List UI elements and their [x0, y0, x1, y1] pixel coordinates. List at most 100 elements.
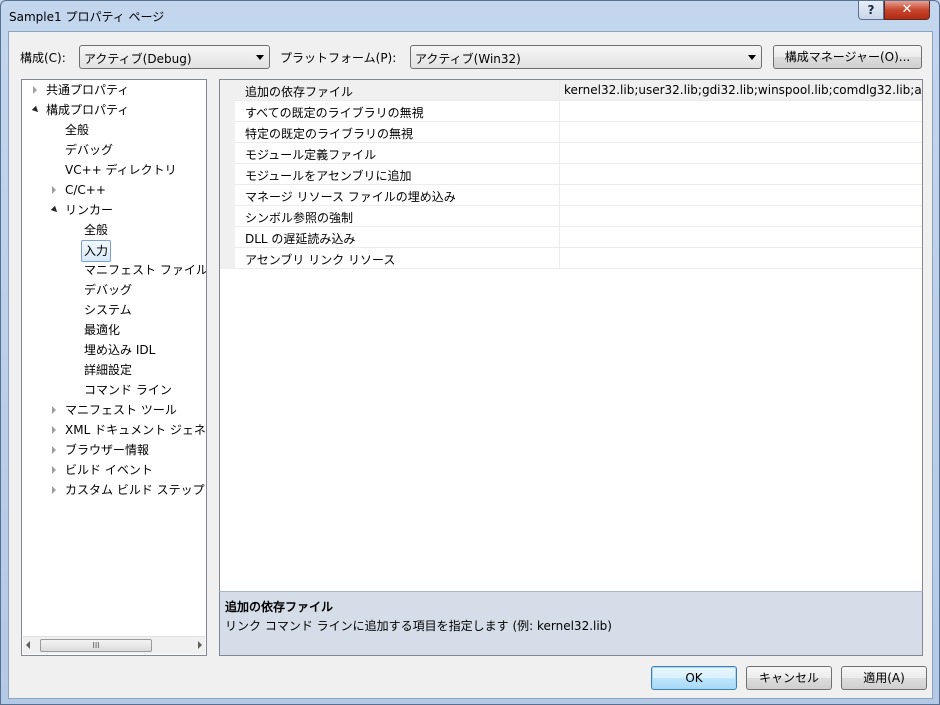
tree-item-label: コマンド ライン [84, 383, 172, 397]
tree-item[interactable]: マニフェスト ファイル [22, 260, 206, 280]
scroll-right-icon[interactable] [198, 641, 202, 649]
property-pages-window: Sample1 プロパティ ページ ? ✕ 構成(C): アクティブ(Debug… [0, 0, 940, 705]
property-name: 特定の既定のライブラリの無視 [245, 127, 414, 141]
tree-item-label: 構成プロパティ [46, 103, 130, 117]
scroll-thumb[interactable]: III [40, 639, 152, 652]
property-value[interactable]: kernel32.lib;user32.lib;gdi32.lib;winspo… [564, 83, 922, 97]
column-divider [559, 164, 560, 185]
platform-combo-value: アクティブ(Win32) [415, 52, 521, 66]
help-button[interactable]: ? [858, 1, 884, 20]
property-name: モジュール定義ファイル [245, 148, 377, 162]
tree-item[interactable]: 埋め込み IDL [22, 340, 206, 360]
tree-item[interactable]: デバッグ [22, 140, 206, 160]
tree-item[interactable]: 共通プロパティ [22, 80, 206, 100]
description-text: リンク コマンド ラインに追加する項目を指定します (例: kernel32.l… [225, 619, 612, 633]
property-row[interactable]: モジュールをアセンブリに追加 [220, 164, 922, 185]
tree-item[interactable]: コマンド ライン [22, 380, 206, 400]
column-divider [559, 227, 560, 248]
property-row[interactable]: すべての既定のライブラリの無視 [220, 101, 922, 122]
tree-item-label: ブラウザー情報 [65, 443, 150, 457]
tree-item[interactable]: 全般 [22, 120, 206, 140]
config-label: 構成(C): [20, 51, 66, 65]
tree-item-label: リンカー [65, 203, 114, 217]
tree-item-label: デバッグ [65, 143, 114, 157]
tree-item-label: XML ドキュメント ジェネ [65, 423, 206, 437]
tree-item[interactable]: ブラウザー情報 [22, 440, 206, 460]
collapsed-arrow-icon[interactable] [52, 486, 56, 494]
description-title: 追加の依存ファイル [225, 600, 334, 614]
description-panel: 追加の依存ファイル リンク コマンド ラインに追加する項目を指定します (例: … [219, 591, 923, 656]
platform-label: プラットフォーム(P): [280, 51, 397, 65]
tree-item[interactable]: 詳細設定 [22, 360, 206, 380]
property-grid[interactable]: 追加の依存ファイル kernel32.lib;user32.lib;gdi32.l… [219, 79, 923, 591]
scroll-left-icon[interactable] [26, 641, 30, 649]
column-divider [559, 122, 560, 143]
tree-item[interactable]: カスタム ビルド ステップ [22, 480, 206, 500]
tree-horizontal-scrollbar[interactable]: III [23, 636, 205, 654]
tree-item-label: 共通プロパティ [46, 83, 130, 97]
tree-item[interactable]: 構成プロパティ [22, 100, 206, 120]
tree-item-label: マニフェスト ファイル [84, 263, 207, 277]
chevron-down-icon [748, 55, 756, 60]
close-button[interactable]: ✕ [884, 1, 930, 20]
title-bar[interactable]: Sample1 プロパティ ページ ? ✕ [1, 1, 939, 31]
row-gutter [220, 80, 235, 101]
collapsed-arrow-icon[interactable] [52, 466, 56, 474]
column-divider [559, 143, 560, 164]
tree-item[interactable]: リンカー [22, 200, 206, 220]
tree-item[interactable]: 入力 [22, 240, 206, 262]
row-gutter [220, 227, 235, 248]
property-name: 追加の依存ファイル [245, 85, 354, 99]
tree-item[interactable]: マニフェスト ツール [22, 400, 206, 420]
tree-item-label: 最適化 [84, 323, 121, 337]
column-divider [559, 80, 560, 101]
collapsed-arrow-icon[interactable] [52, 446, 56, 454]
row-gutter [220, 122, 235, 143]
tree-item-label: 全般 [65, 123, 90, 137]
property-row[interactable]: モジュール定義ファイル [220, 143, 922, 164]
collapsed-arrow-icon[interactable] [52, 186, 56, 194]
tree-item-label: C/C++ [65, 183, 106, 197]
window-title: Sample1 プロパティ ページ [9, 10, 165, 24]
tree-item[interactable]: C/C++ [22, 180, 206, 200]
tree-item[interactable]: システム [22, 300, 206, 320]
cancel-button[interactable]: キャンセル [746, 666, 832, 690]
apply-button[interactable]: 適用(A) [841, 666, 927, 690]
config-combo[interactable]: アクティブ(Debug) [79, 45, 270, 69]
collapsed-arrow-icon[interactable] [33, 86, 37, 94]
property-row[interactable]: DLL の遅延読み込み [220, 227, 922, 248]
tree-item[interactable]: XML ドキュメント ジェネ [22, 420, 206, 440]
row-gutter [220, 206, 235, 227]
property-row[interactable]: 特定の既定のライブラリの無視 [220, 122, 922, 143]
property-name: すべての既定のライブラリの無視 [245, 106, 424, 120]
dialog-client-area: 構成(C): アクティブ(Debug) プラットフォーム(P): アクティブ(W… [8, 31, 933, 699]
tree-item-label: 埋め込み IDL [84, 343, 156, 357]
platform-combo[interactable]: アクティブ(Win32) [410, 45, 762, 69]
collapsed-arrow-icon[interactable] [52, 406, 56, 414]
property-row[interactable]: マネージ リソース ファイルの埋め込み [220, 185, 922, 206]
tree-item[interactable]: 全般 [22, 220, 206, 240]
expanded-arrow-icon[interactable] [31, 105, 41, 115]
tree-item[interactable]: 最適化 [22, 320, 206, 340]
row-gutter [220, 143, 235, 164]
property-name: マネージ リソース ファイルの埋め込み [245, 190, 456, 204]
row-gutter [220, 185, 235, 206]
config-manager-button[interactable]: 構成マネージャー(O)... [773, 45, 922, 69]
expanded-arrow-icon[interactable] [50, 205, 60, 215]
tree-item[interactable]: デバッグ [22, 280, 206, 300]
tree-item[interactable]: VC++ ディレクトリ [22, 160, 206, 180]
tree-item-label: 全般 [84, 223, 109, 237]
tree-item-label: 詳細設定 [84, 363, 133, 377]
column-divider [559, 248, 560, 269]
property-tree[interactable]: 共通プロパティ 構成プロパティ 全般 デバッグ VC++ ディレクトリ C/C++ リンカー… [21, 79, 207, 656]
collapsed-arrow-icon[interactable] [52, 426, 56, 434]
row-gutter [220, 164, 235, 185]
row-gutter [220, 248, 235, 269]
column-divider [559, 101, 560, 122]
property-row[interactable]: アセンブリ リンク リソース [220, 248, 922, 269]
property-row[interactable]: シンボル参照の強制 [220, 206, 922, 227]
tree-item[interactable]: ビルド イベント [22, 460, 206, 480]
property-row[interactable]: 追加の依存ファイル kernel32.lib;user32.lib;gdi32.l… [220, 80, 922, 101]
config-combo-value: アクティブ(Debug) [84, 52, 192, 66]
ok-button[interactable]: OK [651, 666, 737, 690]
